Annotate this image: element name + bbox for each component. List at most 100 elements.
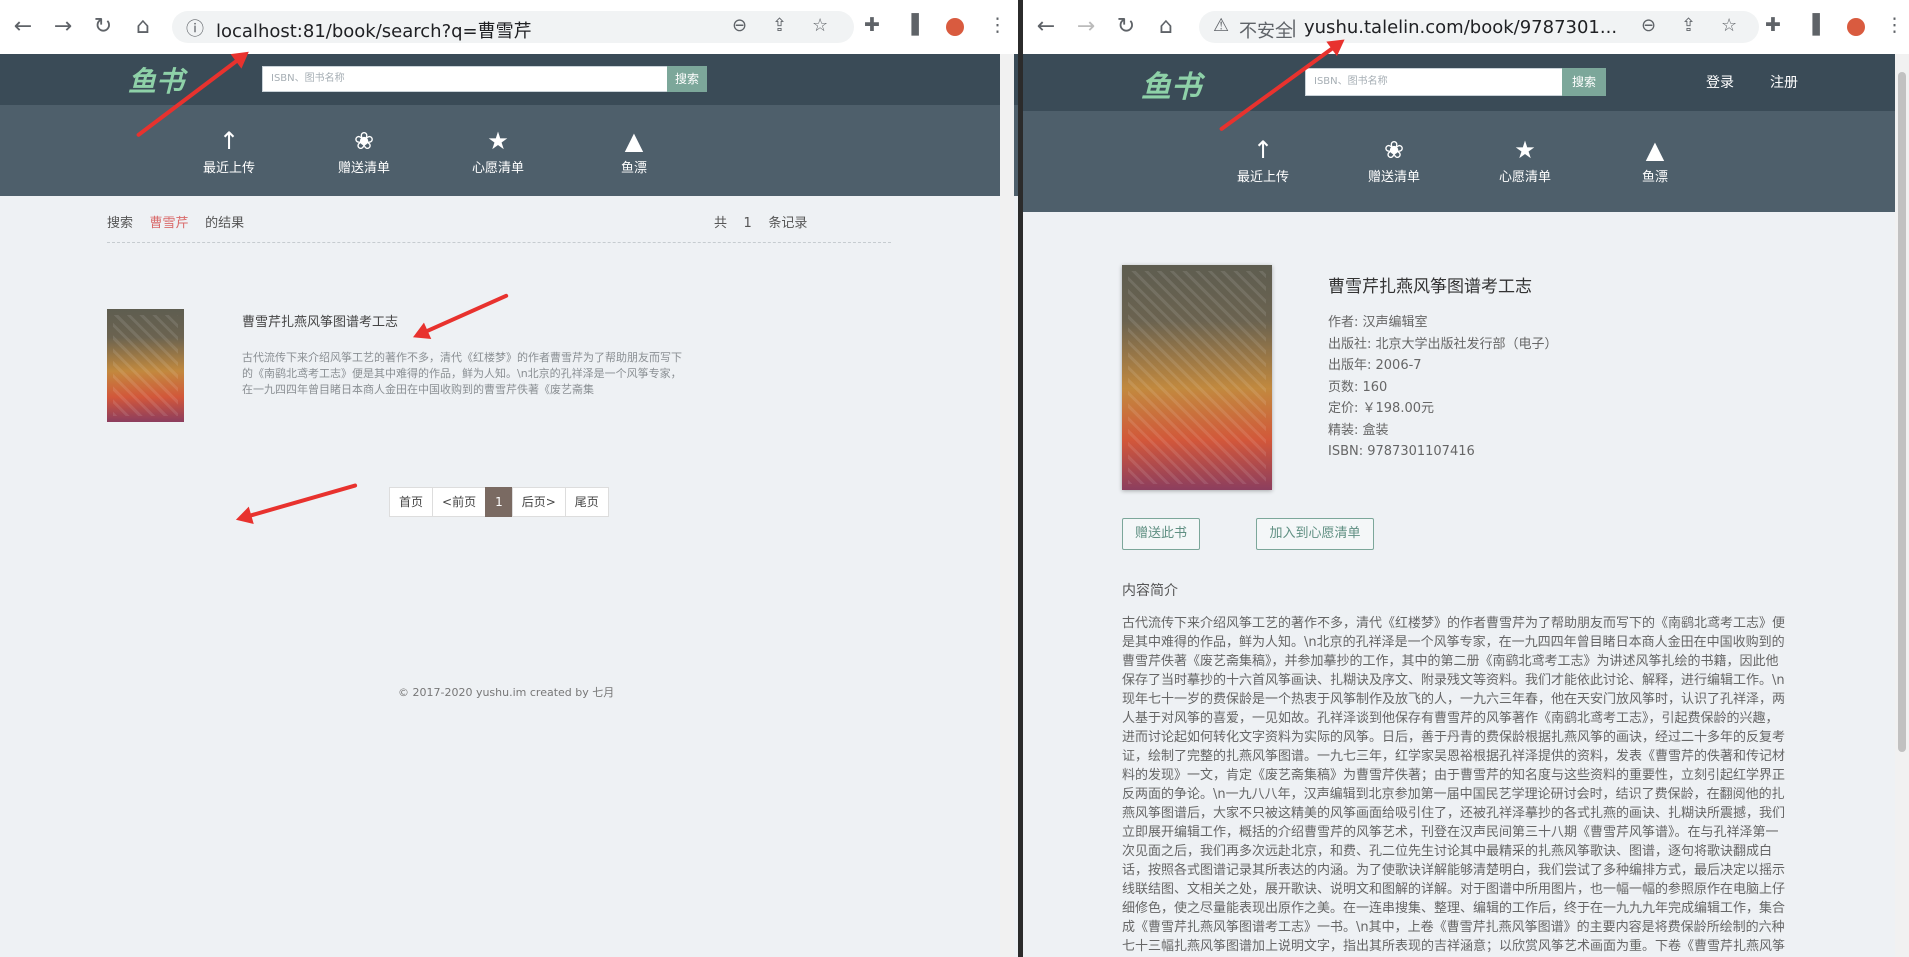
zoom-icon[interactable]: ⊖ — [732, 15, 747, 36]
browser-toolbar: ← → ↻ ⌂ ⓘ localhost:81/book/search?q=曹雪芹… — [0, 0, 1018, 55]
nav-recent-upload[interactable]: ↑ 最近上传 — [1218, 136, 1308, 185]
profile-avatar[interactable] — [946, 18, 964, 36]
annotation-arrow — [424, 293, 509, 334]
home-icon[interactable]: ⌂ — [130, 14, 156, 40]
last-page-button[interactable]: 尾页 — [564, 487, 609, 517]
nav-recent-upload[interactable]: ↑ 最近上传 — [184, 127, 274, 176]
menu-icon[interactable]: ⋮ — [988, 14, 1007, 36]
mountain-icon: ▲ — [1645, 136, 1665, 164]
share-icon[interactable]: ⇪ — [1681, 15, 1696, 36]
site-header: 鱼书 ISBN、图书名称 搜索 登录 注册 — [1023, 54, 1895, 111]
nav-drift[interactable]: ▲ 鱼漂 — [589, 127, 679, 176]
search-input[interactable]: ISBN、图书名称 — [262, 66, 668, 92]
nav-wish-list[interactable]: ★ 心愿清单 — [453, 127, 543, 176]
address-bar[interactable]: ⚠ 不安全 | yushu.talelin.com/book/9787301..… — [1199, 11, 1759, 43]
nav-gift-list[interactable]: ❀ 赠送清单 — [319, 127, 409, 176]
results-divider — [107, 242, 891, 243]
book-price: 定价: ￥198.00元 — [1328, 401, 1434, 416]
extensions-icon[interactable]: ✚ — [1765, 14, 1781, 36]
gift-book-button[interactable]: 赠送此书 — [1122, 518, 1200, 550]
nav-label: 赠送清单 — [337, 161, 390, 176]
back-icon[interactable]: ← — [1033, 14, 1059, 40]
intro-line: 话，按照各式图谱记录其所表达的内涵。为了使歌诀详解能够清楚明白，我们尝试了多种编… — [1122, 863, 1786, 878]
results-count: 共 1 条记录 — [714, 212, 807, 231]
intro-line: 反两面的争论。\n一九八八年，汉声编辑到北京参加第一届中国民艺学理论研讨会时，结… — [1122, 787, 1785, 802]
not-secure-label: 不安全 — [1239, 21, 1293, 42]
scrollbar-thumb[interactable] — [1898, 72, 1906, 752]
intro-line: 细修色，使之尽量能表现出原作之美。在一连串搜集、整理、编辑的工作后，终于在一九九… — [1122, 901, 1786, 916]
search-keyword: 曹雪芹 — [149, 216, 189, 231]
upload-arrow-icon: ↑ — [218, 127, 240, 155]
intro-line: 曹雪芹佚著《废艺斋集稿》，并参加摹抄的工作，其中的第二册《南鹞北鸢考工志》为讲述… — [1122, 654, 1779, 669]
current-page-button[interactable]: 1 — [485, 487, 513, 517]
scrollbar[interactable] — [1895, 54, 1909, 957]
right-browser-window: ← → ↻ ⌂ ⚠ 不安全 | yushu.talelin.com/book/9… — [1023, 0, 1909, 957]
book-pages: 页数: 160 — [1328, 379, 1388, 395]
book-meta: 作者: 汉声编辑室 出版社: 北京大学出版社发行部（电子） 出版年: 2006-… — [1328, 312, 1558, 463]
menu-icon[interactable]: ⋮ — [1885, 14, 1904, 36]
nav-gift-list[interactable]: ❀ 赠送清单 — [1349, 136, 1439, 185]
side-panel-icon[interactable]: ▐ — [1805, 14, 1820, 36]
prev-page-button[interactable]: <前页 — [432, 487, 487, 517]
star-icon: ★ — [1514, 136, 1536, 164]
intro-line: 立即展开编辑工作，概括的介绍曹雪芹的风筝艺术，刊登在汉声民间第三十八期《曹雪芹风… — [1122, 825, 1779, 840]
url-separator: | — [1291, 17, 1298, 38]
nav-wish-list[interactable]: ★ 心愿清单 — [1480, 136, 1570, 185]
back-icon[interactable]: ← — [10, 14, 36, 40]
intro-line: 次见面之后，我们再多次远赴北京，和费、孔二位先生讨论其中最精采的扎燕风筝歌诀、图… — [1122, 844, 1773, 859]
scrollbar[interactable] — [1000, 54, 1014, 957]
intro-line: 燕风筝图谱后，大家不只被这精美的风筝画面给吸引住了，还被孔祥泽摹抄的各式扎燕的画… — [1122, 806, 1786, 821]
next-page-button[interactable]: 后页> — [511, 487, 566, 517]
flower-icon: ❀ — [1383, 136, 1405, 164]
nav-label: 鱼漂 — [620, 161, 647, 176]
nav-label: 鱼漂 — [1641, 170, 1668, 185]
share-icon[interactable]: ⇪ — [772, 15, 787, 36]
extensions-icon[interactable]: ✚ — [864, 14, 880, 36]
bookmark-star-icon[interactable]: ☆ — [812, 15, 828, 36]
search-button[interactable]: 搜索 — [667, 66, 707, 92]
forward-icon[interactable]: → — [1073, 14, 1099, 40]
forward-icon[interactable]: → — [50, 14, 76, 40]
book-binding: 精装: 盒装 — [1328, 422, 1389, 438]
url-text: localhost:81/book/search?q=曹雪芹 — [216, 21, 532, 42]
mountain-icon: ▲ — [624, 127, 644, 155]
site-header: 鱼书 ISBN、图书名称 搜索 — [0, 54, 1018, 105]
intro-title: 内容简介 — [1122, 583, 1178, 599]
nav-label: 心愿清单 — [1498, 170, 1551, 185]
bookmark-star-icon[interactable]: ☆ — [1721, 15, 1737, 36]
pagination: 首页 <前页 1 后页> 尾页 — [389, 487, 609, 517]
info-icon[interactable]: ⓘ — [186, 15, 204, 41]
reload-icon[interactable]: ↻ — [90, 14, 116, 40]
profile-avatar[interactable] — [1847, 18, 1865, 36]
intro-line: 是其中难得的作品，鲜为人知。\n北京的孔祥泽是一个风筝专家，在一九四四年曾目睹日… — [1122, 635, 1785, 650]
login-link[interactable]: 登录 — [1706, 72, 1734, 92]
site-logo[interactable]: 鱼书 — [1141, 62, 1201, 106]
intro-line: 古代流传下来介绍风筝工艺的著作不多，清代《红楼梦》的作者曹雪芹为了帮助朋友而写下… — [1122, 616, 1786, 631]
first-page-button[interactable]: 首页 — [389, 487, 434, 517]
register-link[interactable]: 注册 — [1770, 72, 1798, 92]
book-title-link[interactable]: 曹雪芹扎燕风筝图谱考工志 — [242, 311, 398, 330]
results-suffix: 的结果 — [205, 216, 245, 231]
site-logo[interactable]: 鱼书 — [128, 60, 184, 100]
home-icon[interactable]: ⌂ — [1153, 14, 1179, 40]
search-input[interactable]: ISBN、图书名称 — [1305, 68, 1563, 96]
zoom-icon[interactable]: ⊖ — [1641, 15, 1656, 36]
address-bar[interactable]: ⓘ localhost:81/book/search?q=曹雪芹 ⊖ ⇪ ☆ — [172, 11, 854, 43]
count-suffix: 条记录 — [768, 216, 808, 231]
intro-line: 人基于对风筝的喜爱，一见如故。孔祥泽谈到他保存有曹雪芹的风筝著作《南鹞北鸢考工志… — [1122, 711, 1779, 726]
intro-line: 现年七十一岁的费保龄是一个热衷于风筝制作及放飞的人，一九六三年春，他在天安门放风… — [1122, 692, 1786, 707]
reload-icon[interactable]: ↻ — [1113, 14, 1139, 40]
book-cover[interactable] — [107, 309, 184, 422]
book-pubdate: 出版年: 2006-7 — [1328, 358, 1422, 373]
search-button[interactable]: 搜索 — [1562, 68, 1606, 96]
star-icon: ★ — [487, 127, 509, 155]
intro-line: 七十三幅扎燕风筝图谱加上说明文字，指出其所表现的吉祥涵意；以欣赏风筝艺术画面为重… — [1122, 939, 1786, 954]
book-author: 作者: 汉声编辑室 — [1328, 315, 1428, 330]
side-panel-icon[interactable]: ▐ — [904, 14, 919, 36]
nav-label: 心愿清单 — [471, 161, 524, 176]
book-summary: 古代流传下来介绍风筝工艺的著作不多，清代《红楼梦》的作者曹雪芹为了帮助朋友而写下… — [242, 351, 682, 396]
add-wishlist-button[interactable]: 加入到心愿清单 — [1256, 518, 1374, 550]
flower-icon: ❀ — [353, 127, 375, 155]
nav-drift[interactable]: ▲ 鱼漂 — [1610, 136, 1700, 185]
intro-line: 证，绘制了完整的扎燕风筝图谱。一九七三年，红学家吴恩裕根据孔祥泽提供的资料，发表… — [1122, 749, 1786, 764]
